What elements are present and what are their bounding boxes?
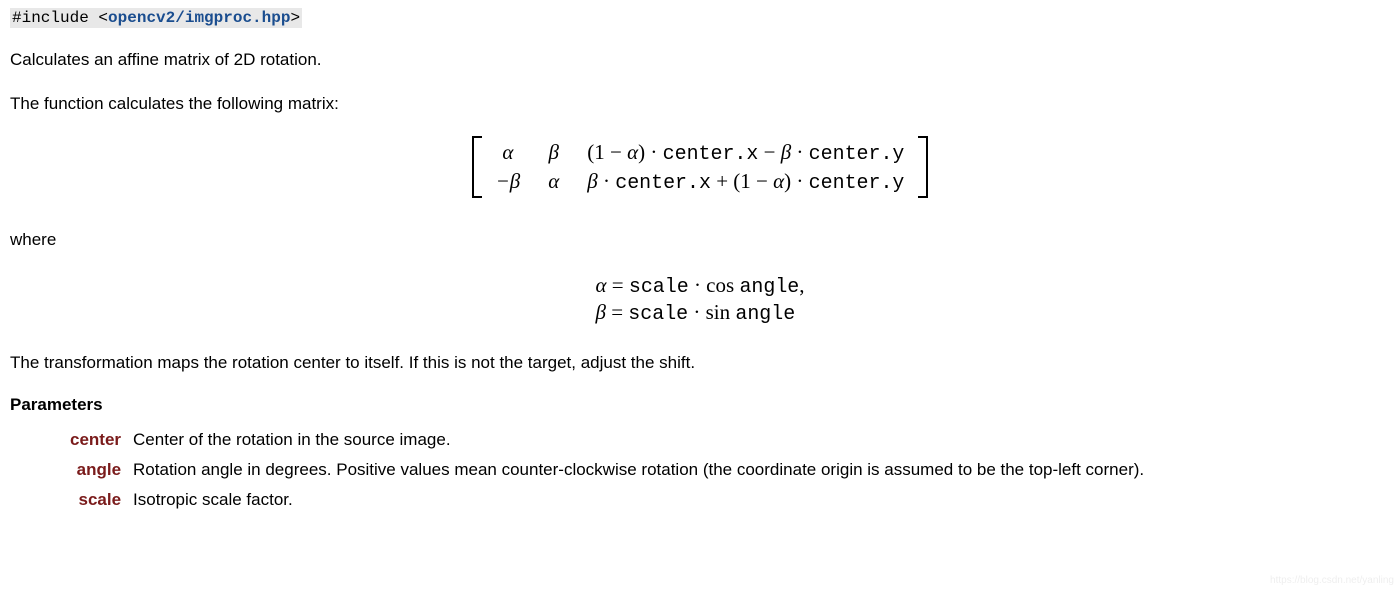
param-name: scale bbox=[64, 485, 127, 515]
eqn-beta: β = scale · sin angle bbox=[595, 300, 804, 325]
param-desc: Rotation angle in degrees. Positive valu… bbox=[127, 455, 1150, 485]
param-row: angle Rotation angle in degrees. Positiv… bbox=[64, 455, 1150, 485]
include-close: > bbox=[290, 9, 300, 27]
param-name: center bbox=[64, 425, 127, 455]
m-r0c0: α bbox=[502, 140, 513, 164]
include-keyword: #include bbox=[12, 9, 98, 27]
m-r0c1: β bbox=[549, 140, 559, 164]
param-row: scale Isotropic scale factor. bbox=[64, 485, 1150, 515]
alpha-beta-equations: α = scale · cos angle, β = scale · sin a… bbox=[10, 271, 1390, 327]
m-r1c1: α bbox=[548, 169, 559, 193]
include-directive: #include <opencv2/imgproc.hpp> bbox=[10, 8, 302, 28]
intro-line: The function calculates the following ma… bbox=[10, 92, 1390, 116]
param-row: center Center of the rotation in the sou… bbox=[64, 425, 1150, 455]
eqn-alpha: α = scale · cos angle, bbox=[595, 273, 804, 298]
param-desc: Isotropic scale factor. bbox=[127, 485, 1150, 515]
summary-line: Calculates an affine matrix of 2D rotati… bbox=[10, 48, 1390, 72]
param-name: angle bbox=[64, 455, 127, 485]
param-desc: Center of the rotation in the source ima… bbox=[127, 425, 1150, 455]
note-line: The transformation maps the rotation cen… bbox=[10, 351, 1390, 375]
rotation-matrix: α β (1 − α) · center.x − β · center.y −β… bbox=[10, 136, 1390, 204]
where-label: where bbox=[10, 228, 1390, 252]
parameters-heading: Parameters bbox=[10, 395, 1390, 415]
bracket-right bbox=[918, 136, 928, 198]
m-r1c0: −β bbox=[496, 169, 521, 193]
include-open: < bbox=[98, 9, 108, 27]
parameters-table: center Center of the rotation in the sou… bbox=[64, 425, 1150, 515]
watermark: https://blog.csdn.net/yanling bbox=[1270, 575, 1394, 586]
bracket-left bbox=[472, 136, 482, 198]
include-path-link[interactable]: opencv2/imgproc.hpp bbox=[108, 9, 290, 27]
m-r0c2: (1 − α) · center.x − β · center.y bbox=[573, 138, 918, 167]
m-r1c2: β · center.x + (1 − α) · center.y bbox=[573, 167, 918, 196]
